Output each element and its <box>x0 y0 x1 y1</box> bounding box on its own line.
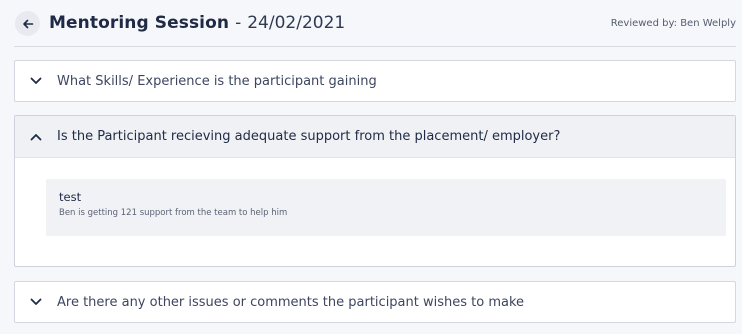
title-separator: - <box>235 13 242 33</box>
section-header[interactable]: What Skills/ Experience is the participa… <box>15 61 735 101</box>
arrow-left-icon <box>22 19 33 28</box>
section-question: What Skills/ Experience is the participa… <box>57 73 377 89</box>
chevron-down-icon <box>15 77 57 85</box>
answer-card: test Ben is getting 121 support from the… <box>46 179 726 236</box>
mentoring-session-page: Mentoring Session - 24/02/2021 Reviewed … <box>0 0 742 334</box>
answer-title: test <box>59 190 82 204</box>
reviewed-by: Reviewed by: Ben Welply <box>610 17 736 29</box>
section-question: Are there any other issues or comments t… <box>57 294 525 310</box>
answer-body: Ben is getting 121 support from the team… <box>59 208 288 218</box>
back-button[interactable] <box>15 11 40 36</box>
section-participant-support: Is the Participant recieving adequate su… <box>14 115 736 267</box>
section-other-issues: Are there any other issues or comments t… <box>14 281 736 323</box>
page-title: Mentoring Session <box>49 13 230 33</box>
section-question: Is the Participant recieving adequate su… <box>57 129 561 144</box>
chevron-up-icon <box>15 133 57 141</box>
chevron-down-icon <box>15 298 57 306</box>
page-header: Mentoring Session - 24/02/2021 Reviewed … <box>14 0 736 47</box>
section-header[interactable]: Is the Participant recieving adequate su… <box>15 116 735 158</box>
section-header[interactable]: Are there any other issues or comments t… <box>15 282 735 322</box>
session-date: 24/02/2021 <box>247 13 346 33</box>
section-skills-experience: What Skills/ Experience is the participa… <box>14 60 736 102</box>
